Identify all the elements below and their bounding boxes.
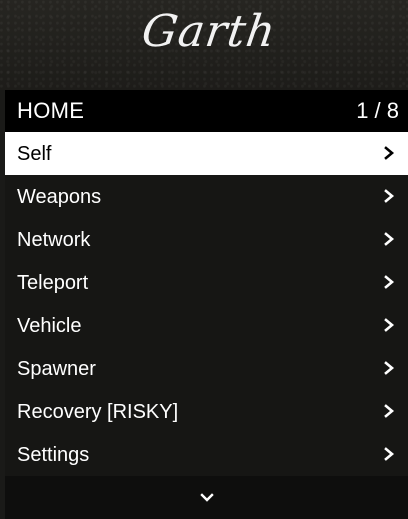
menu-item-label: Spawner bbox=[17, 358, 96, 380]
menu-item-label: Vehicle bbox=[17, 315, 82, 337]
section-bar: HOME 1 / 8 bbox=[5, 90, 408, 132]
menu-item-label: Recovery [RISKY] bbox=[17, 401, 179, 423]
menu-title: Garth bbox=[138, 6, 280, 57]
item-counter: 1 / 8 bbox=[356, 98, 399, 123]
menu-item-teleport[interactable]: Teleport bbox=[5, 261, 408, 304]
menu-item-weapons[interactable]: Weapons bbox=[5, 175, 408, 218]
chevron-right-icon bbox=[384, 146, 395, 160]
chevron-right-icon bbox=[384, 232, 395, 246]
menu-item-label: Teleport bbox=[17, 272, 89, 294]
chevron-right-icon bbox=[384, 447, 395, 461]
menu-list: Self Weapons Network Teleport Vehicle Sp… bbox=[5, 132, 408, 476]
chevron-right-icon bbox=[384, 189, 395, 203]
menu-item-label: Self bbox=[17, 143, 52, 165]
section-title: HOME bbox=[17, 98, 85, 123]
menu-item-spawner[interactable]: Spawner bbox=[5, 347, 408, 390]
chevron-right-icon bbox=[384, 318, 395, 332]
menu-item-self[interactable]: Self bbox=[5, 132, 408, 175]
menu-item-settings[interactable]: Settings bbox=[5, 433, 408, 476]
menu-header-banner: Garth bbox=[0, 0, 408, 90]
menu-item-vehicle[interactable]: Vehicle bbox=[5, 304, 408, 347]
chevron-right-icon bbox=[384, 275, 395, 289]
scroll-footer[interactable] bbox=[5, 476, 408, 519]
menu-item-label: Settings bbox=[17, 444, 90, 466]
menu-item-label: Network bbox=[17, 229, 91, 251]
menu-item-network[interactable]: Network bbox=[5, 218, 408, 261]
menu-item-recovery[interactable]: Recovery [RISKY] bbox=[5, 390, 408, 433]
chevron-right-icon bbox=[384, 361, 395, 375]
menu-item-label: Weapons bbox=[17, 186, 102, 208]
chevron-right-icon bbox=[384, 404, 395, 418]
chevron-down-icon[interactable] bbox=[199, 491, 215, 505]
